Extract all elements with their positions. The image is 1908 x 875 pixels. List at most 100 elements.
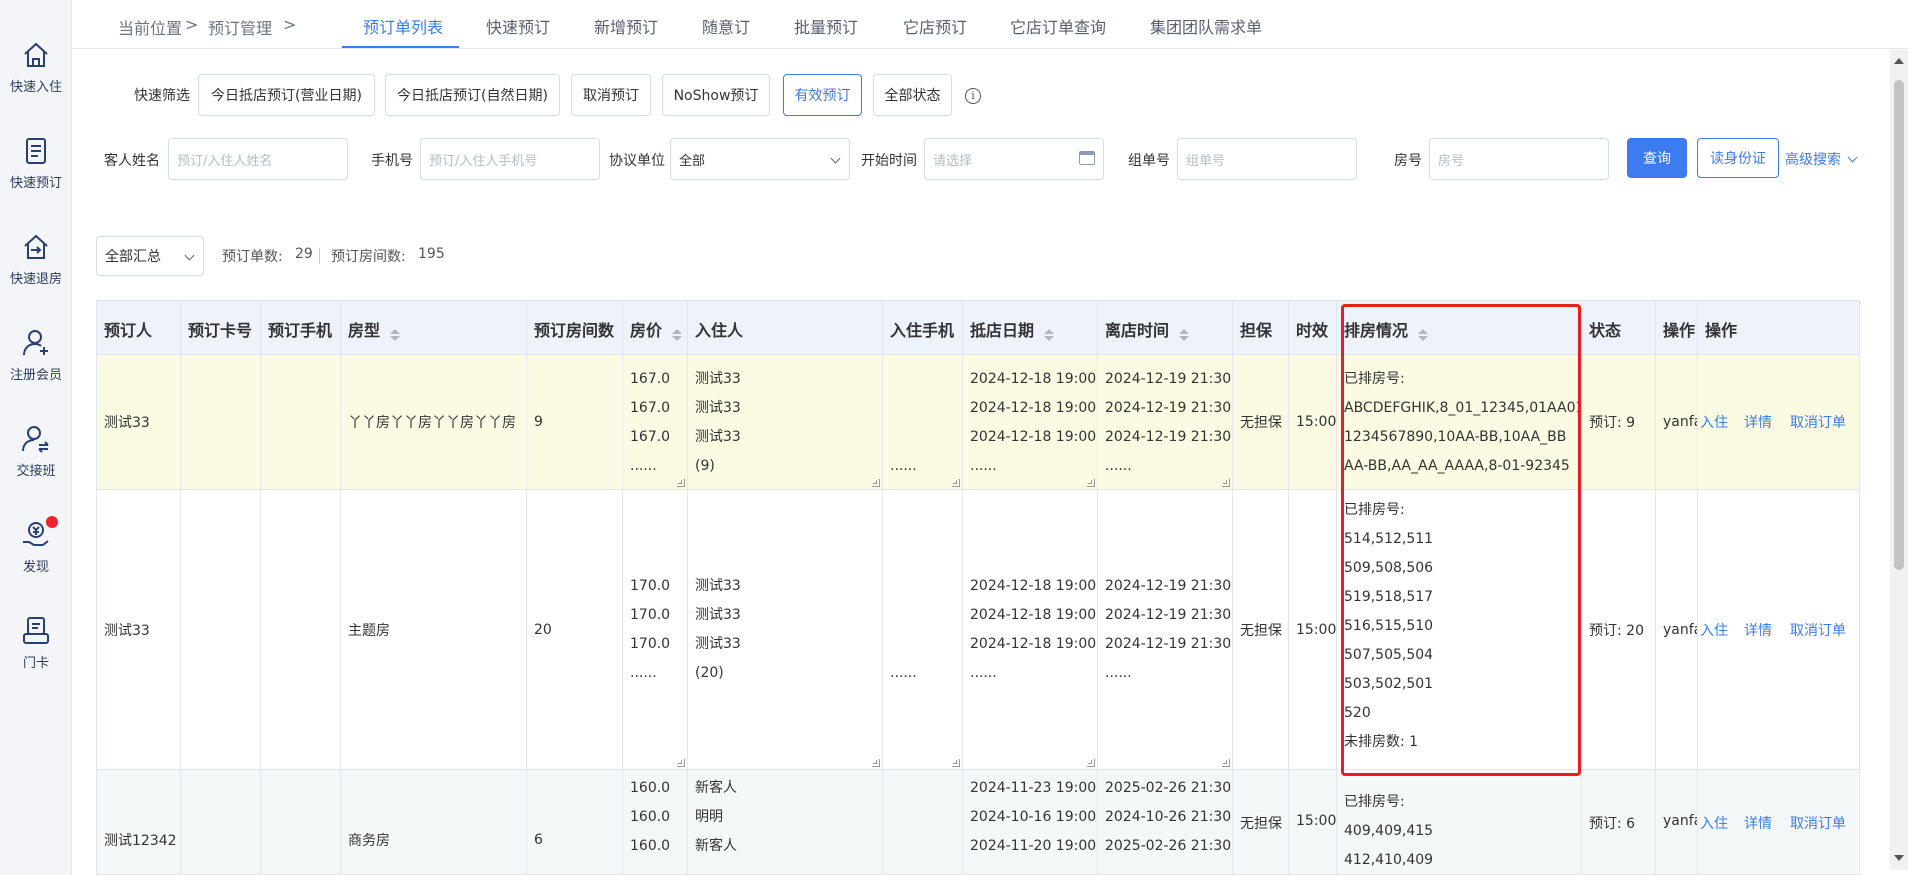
sidebar-item-quick-checkin[interactable]: 快速入住	[0, 28, 72, 100]
cell-booker-phone	[261, 355, 341, 490]
phone-input[interactable]: 预订/入住人手机号	[420, 138, 600, 180]
room-no-input[interactable]: 房号	[1429, 138, 1609, 180]
col-header-price-label: 房价	[630, 321, 663, 340]
resize-handle-icon[interactable]	[952, 479, 960, 487]
guest-line: 测试33	[695, 636, 741, 652]
resize-handle-icon[interactable]	[1222, 479, 1230, 487]
tab-group-demand[interactable]: 集团团队需求单	[1150, 14, 1262, 38]
departure-line: 2024-12-19 21:30	[1105, 371, 1232, 387]
cancel-order-link[interactable]: 取消订单	[1790, 813, 1846, 833]
filter-today-arrival-natural[interactable]: 今日抵店预订(自然日期)	[385, 74, 560, 116]
filter-today-arrival-business[interactable]: 今日抵店预订(营业日期)	[198, 74, 375, 116]
price-line: 170.0	[630, 578, 671, 594]
guest-line: 测试33	[695, 578, 741, 594]
sidebar-item-door-card[interactable]: 门卡	[0, 604, 72, 676]
detail-link[interactable]: 详情	[1744, 620, 1772, 640]
col-header-guest: 入住人	[688, 301, 883, 355]
cell-booker: 测试12342	[97, 770, 181, 874]
resize-handle-icon[interactable]	[1222, 759, 1230, 767]
resize-handle-icon[interactable]	[677, 479, 685, 487]
guest-name-input[interactable]: 预订/入住人姓名	[168, 138, 348, 180]
cell-room-type: 丫丫房丫丫房丫丫房丫丫房	[341, 355, 527, 490]
filter-noshow[interactable]: NoShow预订	[662, 74, 770, 116]
cell-room-count: 9	[527, 355, 623, 490]
read-id-card-button[interactable]: 读身份证	[1697, 138, 1779, 178]
summary-select[interactable]: 全部汇总	[96, 236, 204, 276]
col-header-departure-time[interactable]: 离店时间	[1098, 301, 1233, 355]
tab-other-store-order-query[interactable]: 它店订单查询	[1010, 14, 1106, 38]
cell-room-type: 商务房	[341, 770, 527, 874]
query-button[interactable]: 查询	[1627, 138, 1687, 178]
cell-guest-phone	[883, 770, 963, 874]
sidebar-item-register-member[interactable]: 注册会员	[0, 316, 72, 388]
arrangement-line: 已排房号:	[1344, 502, 1405, 518]
breadcrumb-module[interactable]: 预订管理	[208, 15, 272, 39]
group-no-input[interactable]: 组单号	[1177, 138, 1357, 180]
info-icon[interactable]: i	[965, 88, 981, 104]
departure-line: 2024-12-19 21:30	[1105, 429, 1232, 445]
price-line: 167.0	[630, 429, 671, 445]
sidebar-item-discover[interactable]: 发现	[0, 508, 72, 580]
departure-line: 2024-12-19 21:30	[1105, 400, 1232, 416]
start-time-label: 开始时间	[861, 153, 917, 169]
filter-cancelled[interactable]: 取消预订	[571, 74, 651, 116]
summary-divider	[319, 248, 320, 264]
resize-handle-icon[interactable]	[952, 759, 960, 767]
departure-line: 2024-12-19 21:30	[1105, 578, 1232, 594]
resize-handle-icon[interactable]	[1087, 479, 1095, 487]
cancel-order-link[interactable]: 取消订单	[1790, 412, 1846, 432]
guest-line: 测试33	[695, 371, 741, 387]
arrival-line: 2024-12-18 19:00	[970, 429, 1097, 445]
scroll-up-icon[interactable]	[1894, 58, 1904, 64]
tab-other-store-booking[interactable]: 它店预订	[903, 14, 967, 38]
filter-valid[interactable]: 有效预订	[783, 74, 862, 116]
room-count-value: 195	[418, 246, 445, 262]
checkin-link[interactable]: 入住	[1700, 412, 1728, 432]
agreement-select[interactable]: 全部	[670, 138, 850, 180]
checkin-link[interactable]: 入住	[1700, 813, 1728, 833]
detail-link[interactable]: 详情	[1744, 813, 1772, 833]
tab-new-booking[interactable]: 新增预订	[594, 14, 658, 38]
col-header-arrival-date[interactable]: 抵店日期	[963, 301, 1098, 355]
agreement-value: 全部	[679, 153, 706, 169]
cell-guest: 测试33 测试33 测试33 (20)	[688, 490, 883, 770]
col-header-guarantee: 担保	[1233, 301, 1289, 355]
cell-booker-phone	[261, 490, 341, 770]
tab-batch-booking[interactable]: 批量预订	[794, 14, 858, 38]
col-header-card-no: 预订卡号	[181, 301, 261, 355]
resize-handle-icon[interactable]	[1087, 759, 1095, 767]
cell-timeliness: 15:00	[1289, 355, 1337, 490]
col-header-price[interactable]: 房价	[623, 301, 688, 355]
cell-actions: 入住 详情 取消订单	[1698, 355, 1859, 490]
cell-room-type: 主题房	[341, 490, 527, 770]
price-line: 170.0	[630, 607, 671, 623]
arrangement-line: 503,502,501	[1344, 676, 1434, 692]
checkin-link[interactable]: 入住	[1700, 620, 1728, 640]
resize-handle-icon[interactable]	[872, 479, 880, 487]
tab-booking-list[interactable]: 预订单列表	[363, 14, 443, 38]
scrollbar-thumb[interactable]	[1894, 80, 1904, 570]
sidebar-item-shift-handover[interactable]: 交接班	[0, 412, 72, 484]
sidebar-item-quick-checkout[interactable]: 快速退房	[0, 220, 72, 292]
start-time-picker[interactable]: 请选择	[924, 138, 1104, 180]
arrangement-line: 514,512,511	[1344, 531, 1434, 547]
col-header-room-type[interactable]: 房型	[341, 301, 527, 355]
arrival-line: ......	[970, 458, 997, 474]
vertical-scrollbar[interactable]	[1890, 50, 1908, 870]
sidebar-item-quick-booking[interactable]: 快速预订	[0, 124, 72, 196]
cell-operator: yanfa	[1656, 770, 1698, 874]
arrangement-line: 1234567890,10AA-BB,10AA_BB	[1344, 429, 1567, 445]
cancel-order-link[interactable]: 取消订单	[1790, 620, 1846, 640]
col-header-arrangement[interactable]: 排房情况	[1337, 301, 1582, 355]
arrival-line: 2024-12-18 19:00	[970, 578, 1097, 594]
cell-room-count: 6	[527, 770, 623, 874]
tab-quick-booking[interactable]: 快速预订	[486, 14, 550, 38]
resize-handle-icon[interactable]	[872, 759, 880, 767]
resize-handle-icon[interactable]	[677, 759, 685, 767]
scroll-down-icon[interactable]	[1894, 855, 1904, 861]
advanced-search-toggle[interactable]: 高级搜索	[1785, 149, 1858, 169]
detail-link[interactable]: 详情	[1744, 412, 1772, 432]
tab-casual-booking[interactable]: 随意订	[702, 14, 750, 38]
order-count-label: 预订单数:	[222, 249, 283, 265]
filter-all-status[interactable]: 全部状态	[873, 74, 952, 116]
